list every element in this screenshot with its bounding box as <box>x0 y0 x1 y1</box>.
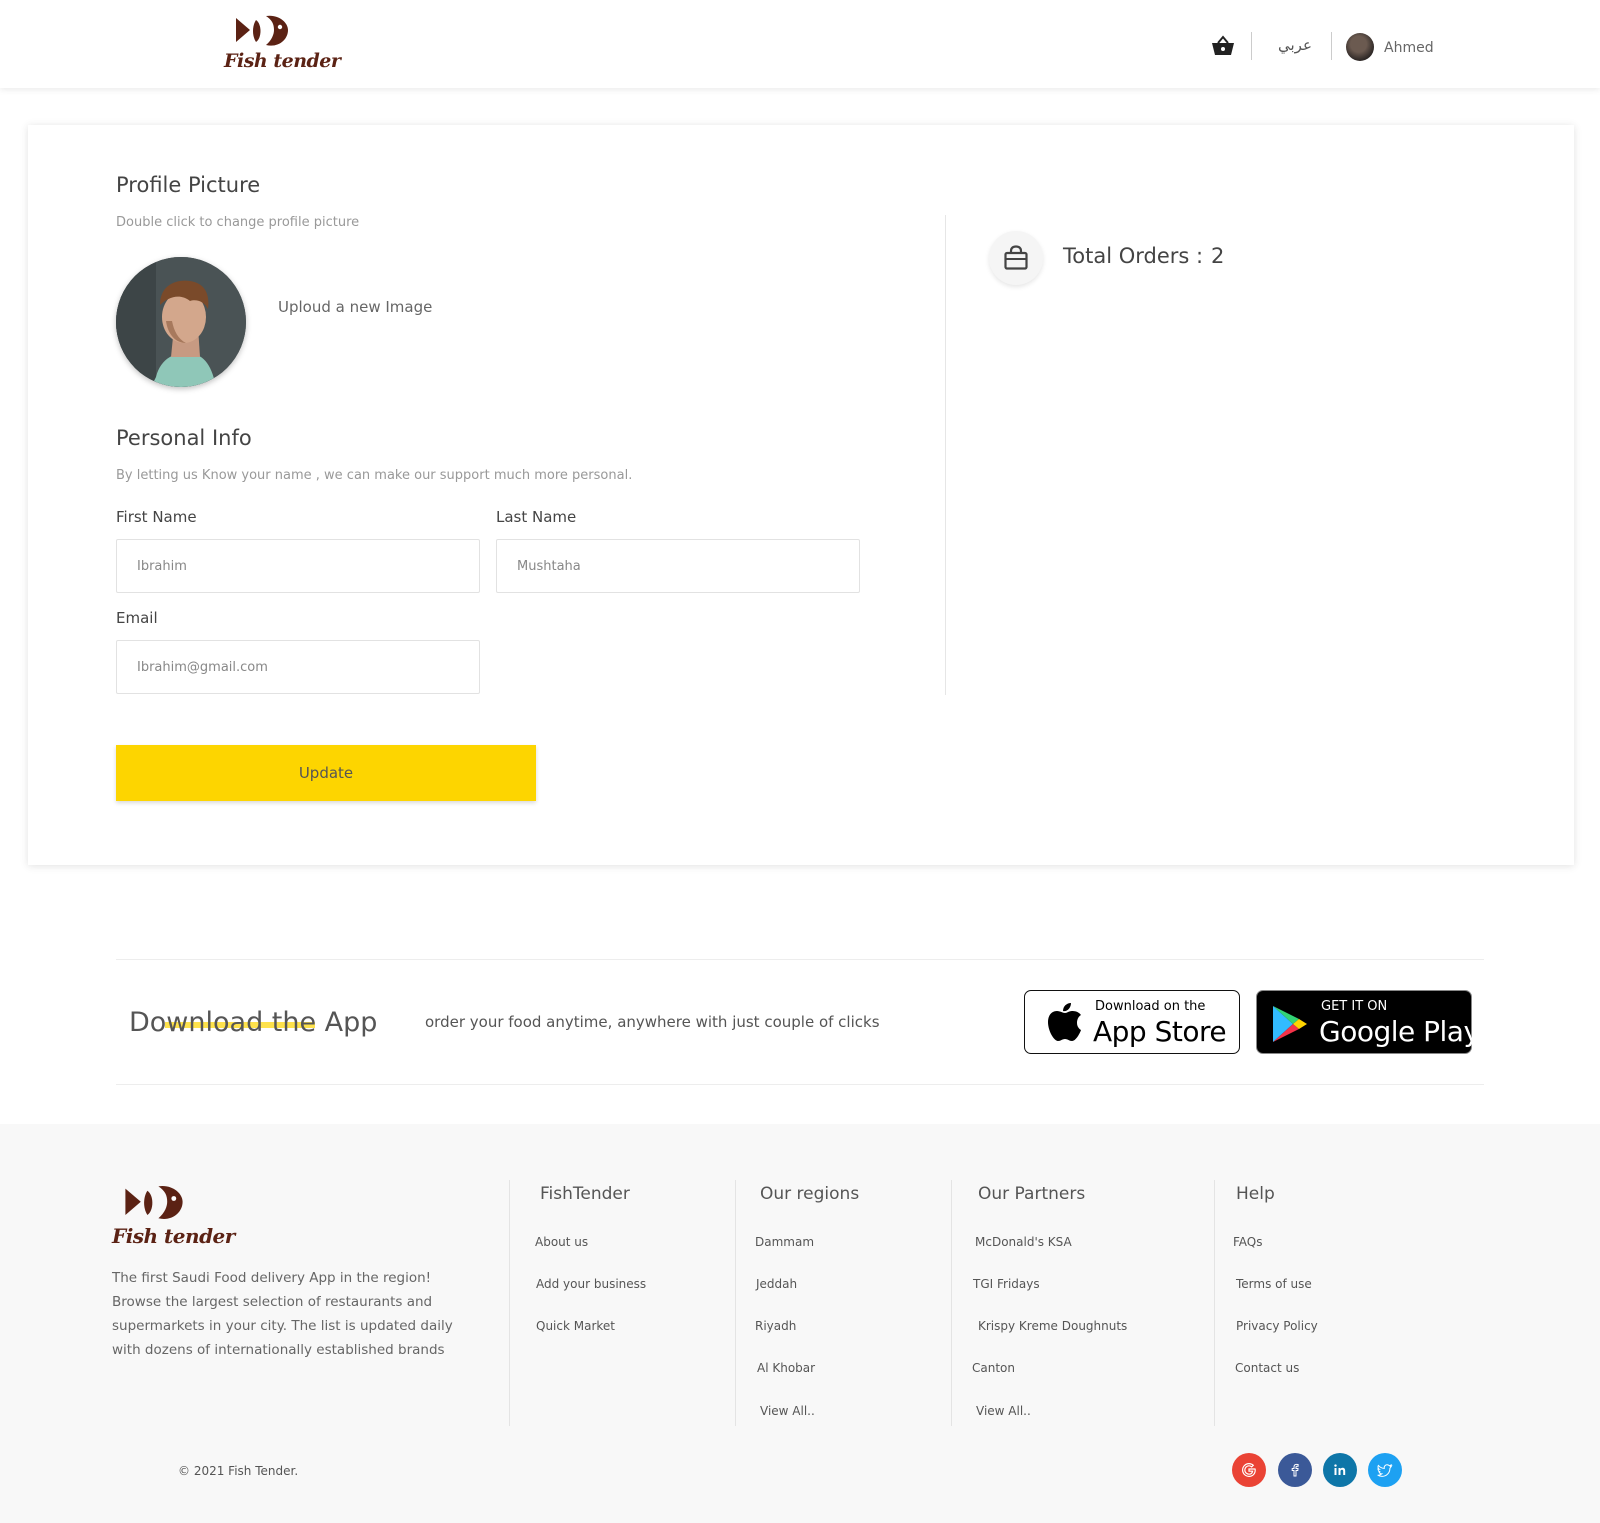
fish-logo-icon <box>125 1186 183 1220</box>
first-name-label: First Name <box>116 508 197 526</box>
user-avatar[interactable] <box>1346 33 1374 61</box>
download-app-title: Download the App <box>129 1007 378 1038</box>
footer-divider <box>509 1180 510 1426</box>
footer-logo[interactable]: Fish tender <box>110 1182 235 1254</box>
shopping-bag-icon <box>1004 245 1028 270</box>
footer-link-al-khobar[interactable]: Al Khobar <box>757 1361 815 1375</box>
app-store-big-text: App Store <box>1093 1015 1227 1048</box>
footer-col-title-partners: Our Partners <box>978 1184 1086 1204</box>
profile-card: Profile Picture Double click to change p… <box>28 125 1574 865</box>
copyright-text: © 2021 Fish Tender. <box>178 1464 299 1478</box>
upload-image-link[interactable]: Uploud a new Image <box>278 298 432 316</box>
footer-divider <box>1214 1180 1215 1426</box>
footer-link-krispy-kreme[interactable]: Krispy Kreme Doughnuts <box>978 1319 1127 1333</box>
footer-description: The first Saudi Food delivery App in the… <box>112 1270 453 1358</box>
fish-logo-icon <box>236 15 288 46</box>
profile-picture-title: Profile Picture <box>116 173 261 197</box>
facebook-social-button[interactable] <box>1278 1453 1312 1487</box>
fish-tender-logo[interactable]: Fish tender <box>222 12 341 76</box>
profile-picture-subtitle: Double click to change profile picture <box>116 215 360 230</box>
footer-link-partners-view-all[interactable]: View All.. <box>976 1404 1031 1418</box>
footer-col-title-help: Help <box>1236 1184 1275 1204</box>
footer-link-jeddah[interactable]: Jeddah <box>756 1277 797 1291</box>
total-orders-count: 2 <box>1211 244 1225 268</box>
footer-link-contact[interactable]: Contact us <box>1235 1361 1299 1375</box>
app-store-button[interactable]: Download on the App Store <box>1024 990 1240 1054</box>
footer-link-regions-view-all[interactable]: View All.. <box>760 1404 815 1418</box>
google-icon <box>1241 1462 1256 1478</box>
footer-link-riyadh[interactable]: Riyadh <box>755 1319 796 1333</box>
footer-link-dammam[interactable]: Dammam <box>755 1235 814 1249</box>
footer-link-about-us[interactable]: About us <box>535 1235 588 1249</box>
user-name-link[interactable]: Ahmed <box>1384 40 1434 56</box>
footer-link-quick-market[interactable]: Quick Market <box>536 1319 615 1333</box>
google-play-big-text: Google Play <box>1319 1015 1480 1048</box>
footer-link-faqs[interactable]: FAQs <box>1233 1235 1263 1249</box>
profile-photo-image <box>116 257 246 387</box>
personal-info-title: Personal Info <box>116 426 252 450</box>
footer-link-privacy[interactable]: Privacy Policy <box>1236 1319 1318 1333</box>
facebook-icon <box>1291 1463 1299 1477</box>
footer-link-add-business[interactable]: Add your business <box>536 1277 646 1291</box>
header-divider <box>1251 32 1252 60</box>
email-field[interactable] <box>116 640 480 694</box>
total-orders-label: Total Orders : <box>1063 244 1204 268</box>
shopping-basket-icon[interactable] <box>1211 35 1235 57</box>
section-divider <box>116 1084 1484 1085</box>
first-name-field[interactable] <box>116 539 480 593</box>
email-label: Email <box>116 609 158 627</box>
footer-link-mcdonalds[interactable]: McDonald's KSA <box>975 1235 1072 1249</box>
section-divider <box>116 959 1484 960</box>
top-header: Fish tender عربي Ahmed <box>0 0 1600 88</box>
footer-logo-text: Fish tender <box>112 1224 235 1248</box>
twitter-icon <box>1377 1464 1393 1477</box>
footer-divider <box>951 1180 952 1426</box>
google-play-icon <box>1273 1006 1307 1042</box>
last-name-label: Last Name <box>496 508 577 526</box>
logo-text: Fish tender <box>224 50 341 72</box>
personal-info-subtitle: By letting us Know your name , we can ma… <box>116 468 633 483</box>
footer-col-title-fishtender: FishTender <box>540 1184 630 1204</box>
footer-link-terms[interactable]: Terms of use <box>1236 1277 1312 1291</box>
twitter-social-button[interactable] <box>1368 1453 1402 1487</box>
update-button[interactable]: Update <box>116 745 536 801</box>
apple-icon <box>1048 1003 1081 1041</box>
linkedin-social-button[interactable] <box>1323 1453 1357 1487</box>
language-switch-link[interactable]: عربي <box>1278 36 1312 54</box>
google-social-button[interactable] <box>1232 1453 1266 1487</box>
app-store-small-text: Download on the <box>1095 999 1206 1014</box>
orders-icon-wrap <box>989 231 1043 285</box>
footer-col-title-regions: Our regions <box>760 1184 860 1204</box>
linkedin-icon <box>1334 1464 1346 1475</box>
footer-divider <box>735 1180 736 1426</box>
card-divider <box>945 215 946 695</box>
header-divider <box>1331 32 1332 60</box>
download-app-text: order your food anytime, anywhere with j… <box>425 1013 880 1031</box>
google-play-button[interactable]: GET IT ON Google Play <box>1256 990 1480 1054</box>
profile-picture[interactable] <box>116 257 246 387</box>
footer-link-tgi-fridays[interactable]: TGI Fridays <box>973 1277 1040 1291</box>
last-name-field[interactable] <box>496 539 860 593</box>
google-play-small-text: GET IT ON <box>1321 999 1388 1014</box>
footer-link-canton[interactable]: Canton <box>972 1361 1015 1375</box>
